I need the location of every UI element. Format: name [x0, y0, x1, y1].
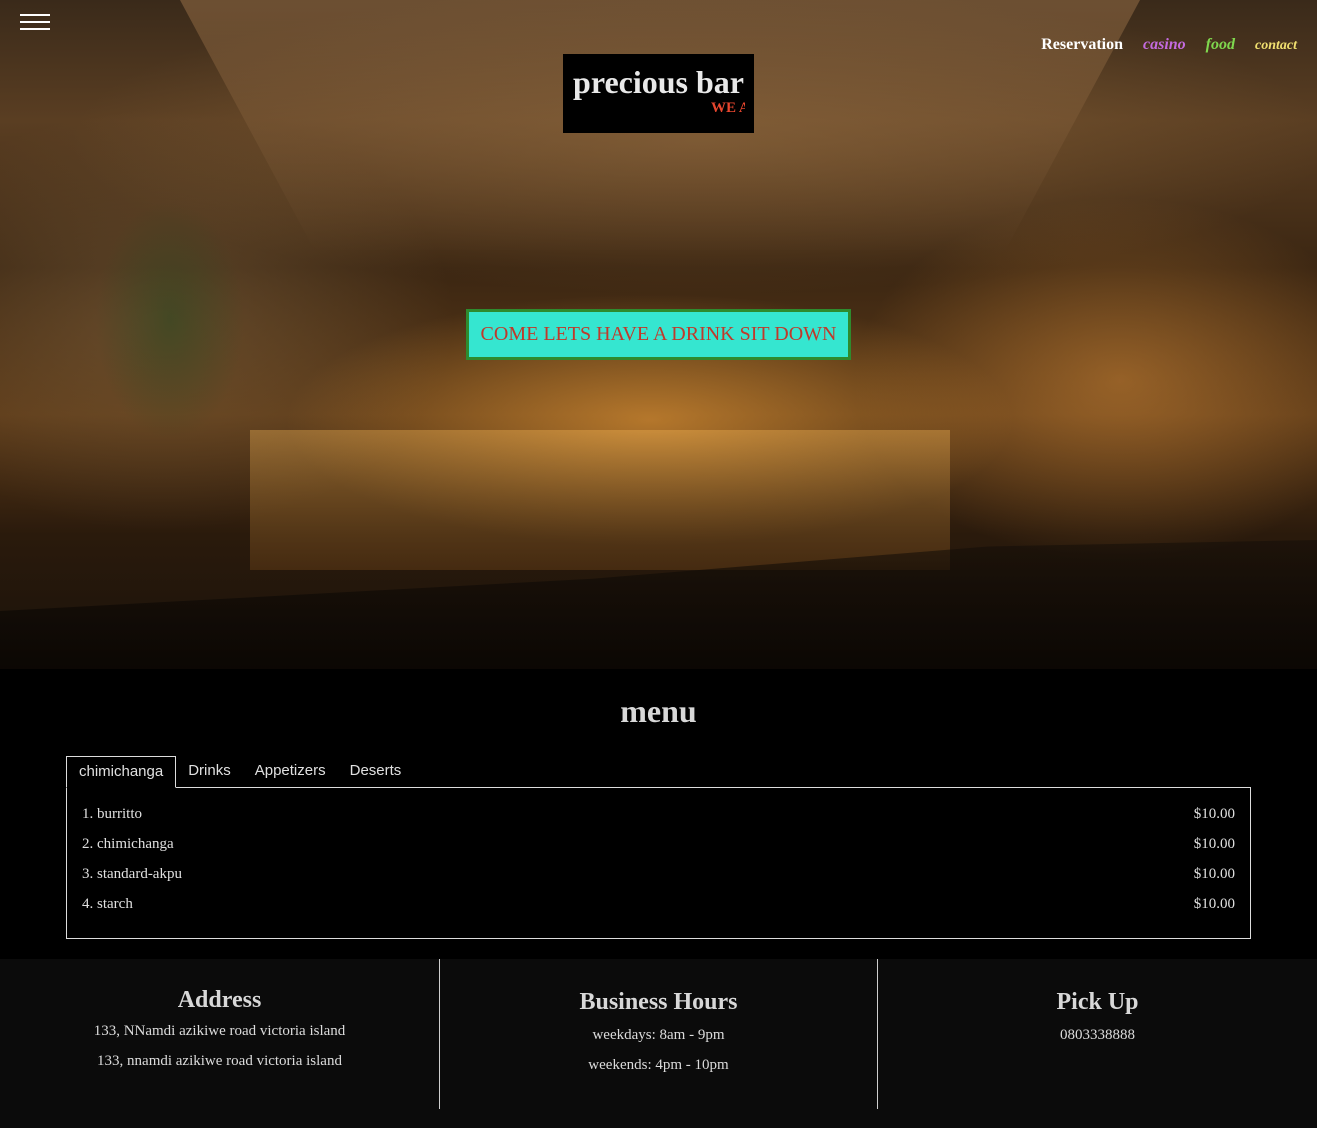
site-logo[interactable]: precious bar WE A [563, 54, 754, 133]
menu-item-price: $10.00 [1193, 836, 1235, 852]
cta-button[interactable]: COME LETS HAVE A DRINK SIT DOWN [466, 309, 851, 360]
nav-link-food[interactable]: food [1206, 36, 1235, 54]
tab-drinks[interactable]: Drinks [176, 756, 243, 788]
tab-deserts[interactable]: Deserts [338, 756, 414, 788]
address-line: 133, nnamdi azikiwe road victoria island [97, 1053, 342, 1069]
menu-item: 4. starch $10.00 [82, 896, 1235, 926]
pickup-heading: Pick Up [1056, 989, 1139, 1015]
hours-weekends: weekends: 4pm - 10pm [588, 1057, 729, 1073]
hero-section: Reservation casino food contact precious… [0, 0, 1317, 669]
nav-link-casino[interactable]: casino [1143, 36, 1186, 54]
menu-title: menu [620, 693, 697, 729]
menu-item-price: $10.00 [1193, 896, 1235, 912]
menu-tabs: chimichanga Drinks Appetizers Deserts [66, 756, 413, 788]
footer: Address 133, NNamdi azikiwe road victori… [0, 959, 1317, 1128]
hours-heading: Business Hours [579, 989, 738, 1015]
tab-appetizers[interactable]: Appetizers [243, 756, 338, 788]
menu-item: 2. chimichanga $10.00 [82, 836, 1235, 866]
footer-business-hours: Business Hours weekdays: 8am - 9pm weeke… [439, 959, 878, 1109]
menu-item-name: 2. chimichanga [82, 836, 174, 852]
main-nav: Reservation casino food contact [1041, 36, 1297, 54]
logo-tagline: WE A [711, 100, 745, 116]
menu-item: 1. burritto $10.00 [82, 806, 1235, 836]
pickup-phone[interactable]: 0803338888 [878, 1020, 1317, 1050]
menu-panel: 1. burritto $10.00 2. chimichanga $10.00… [66, 787, 1251, 939]
tab-chimichanga[interactable]: chimichanga [66, 756, 177, 788]
hours-weekdays: weekdays: 8am - 9pm [592, 1027, 725, 1043]
menu-section: menu chimichanga Drinks Appetizers Deser… [0, 669, 1317, 959]
nav-link-reservation[interactable]: Reservation [1041, 36, 1123, 54]
logo-title: precious bar [573, 64, 744, 100]
menu-item-price: $10.00 [1193, 866, 1235, 882]
footer-address: Address 133, NNamdi azikiwe road victori… [0, 959, 439, 1109]
menu-item-name: 4. starch [82, 896, 133, 912]
menu-item: 3. standard-akpu $10.00 [82, 866, 1235, 896]
address-line: 133, NNamdi azikiwe road victoria island [93, 1023, 346, 1039]
menu-item-name: 1. burritto [82, 806, 142, 822]
menu-item-name: 3. standard-akpu [82, 866, 182, 882]
nav-link-contact[interactable]: contact [1255, 36, 1297, 54]
hamburger-icon[interactable] [20, 14, 50, 34]
menu-item-price: $10.00 [1193, 806, 1235, 822]
address-heading: Address [177, 987, 262, 1013]
footer-pickup: Pick Up 0803338888 [878, 959, 1317, 1109]
